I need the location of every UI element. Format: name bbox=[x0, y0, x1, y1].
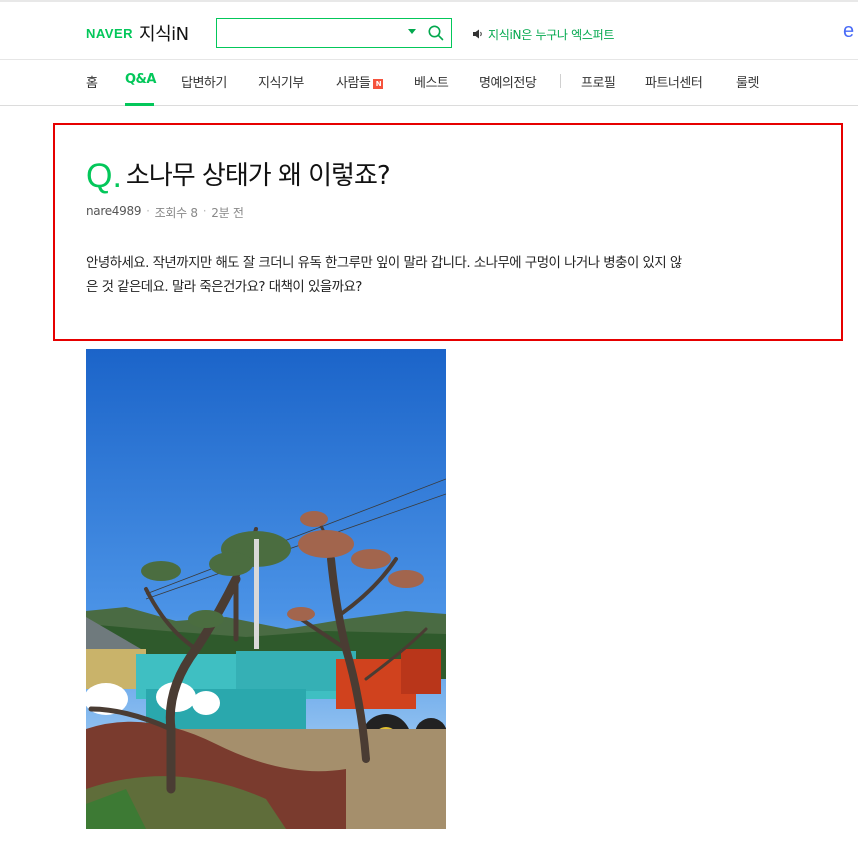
view-count: 조회수 8 bbox=[154, 206, 198, 220]
meta-separator: · bbox=[202, 204, 207, 218]
question-mark-label: Q. bbox=[86, 157, 122, 195]
speaker-icon bbox=[472, 25, 484, 44]
search-icon[interactable] bbox=[427, 24, 445, 42]
naver-kin-logo[interactable]: NAVER 지식iN bbox=[86, 20, 189, 46]
question-body-line: 안녕하세요. 작년까지만 해도 잘 크더니 유독 한그루만 잎이 말라 갑니다.… bbox=[86, 256, 682, 271]
post-time: 2분 전 bbox=[211, 206, 244, 220]
question-body: 안녕하세요. 작년까지만 해도 잘 크더니 유독 한그루만 잎이 말라 갑니다.… bbox=[86, 252, 831, 300]
caret-down-icon[interactable] bbox=[408, 29, 416, 34]
main-nav: 홈 Q&A 답변하기 지식기부 사람들 N 베스트 명예의전당 프로필 파트너센터… bbox=[0, 60, 858, 106]
nav-answer[interactable]: 답변하기 bbox=[181, 72, 227, 91]
search-input[interactable] bbox=[217, 19, 402, 47]
top-header: NAVER 지식iN 지식iN은 누구나 엑스퍼트 e bbox=[0, 0, 858, 60]
question-title: 소나무 상태가 왜 이렇죠? bbox=[125, 161, 391, 191]
nav-people[interactable]: 사람들 N bbox=[336, 72, 384, 91]
question-body-line: 은 것 같은데요. 말라 죽은건가요? 대책이 있을까요? bbox=[86, 280, 362, 295]
question-meta: nare4989 · 조회수 8 · 2분 전 bbox=[86, 204, 244, 221]
expert-notice-link[interactable]: 지식iN은 누구나 엑스퍼트 bbox=[472, 26, 614, 42]
new-badge: N bbox=[373, 79, 384, 89]
notice-text[interactable]: 지식iN은 누구나 엑스퍼트 bbox=[488, 26, 614, 43]
naver-logo-text[interactable]: NAVER bbox=[86, 26, 133, 41]
nav-roulette[interactable]: 룰렛 bbox=[736, 72, 759, 91]
question-photo[interactable] bbox=[86, 349, 446, 829]
nav-best[interactable]: 베스트 bbox=[414, 72, 449, 91]
search-box bbox=[216, 18, 452, 48]
nav-partner-center[interactable]: 파트너센터 bbox=[645, 72, 703, 91]
nav-qna[interactable]: Q&A bbox=[125, 72, 156, 87]
active-tab-underline bbox=[125, 103, 154, 106]
browser-edge-partial-text: e bbox=[843, 20, 855, 42]
nav-divider bbox=[560, 74, 561, 88]
nav-home[interactable]: 홈 bbox=[86, 72, 98, 91]
meta-separator: · bbox=[146, 204, 150, 218]
nav-profile[interactable]: 프로필 bbox=[581, 72, 616, 91]
nav-people-label: 사람들 bbox=[336, 76, 371, 91]
nav-hall-of-fame[interactable]: 명예의전당 bbox=[479, 72, 537, 91]
kin-logo-text[interactable]: 지식iN bbox=[139, 20, 189, 46]
nav-donate[interactable]: 지식기부 bbox=[258, 72, 304, 91]
question-title-row: Q. 소나무 상태가 왜 이렇죠? bbox=[86, 155, 391, 197]
author-name[interactable]: nare4989 bbox=[86, 204, 141, 221]
